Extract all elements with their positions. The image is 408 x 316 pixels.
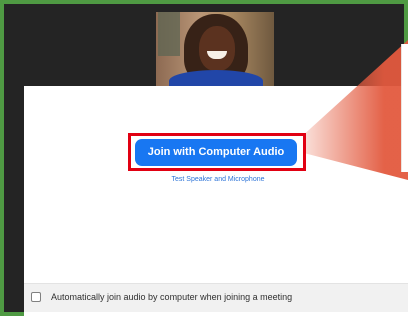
auto-join-audio-label[interactable]: Automatically join audio by computer whe… [51, 290, 351, 304]
video-background-window [158, 12, 180, 56]
screenshot-canvas: Join with Computer Audio Test Speaker an… [0, 0, 408, 316]
participant-shirt [169, 70, 263, 86]
checkbox-icon[interactable] [31, 292, 41, 302]
participant-video-thumbnail [156, 12, 274, 86]
join-computer-audio-button[interactable]: Join with Computer Audio [135, 139, 297, 166]
participant-face [199, 26, 235, 71]
callout-edge [401, 44, 408, 172]
test-speaker-microphone-link[interactable]: Test Speaker and Microphone [158, 173, 278, 187]
